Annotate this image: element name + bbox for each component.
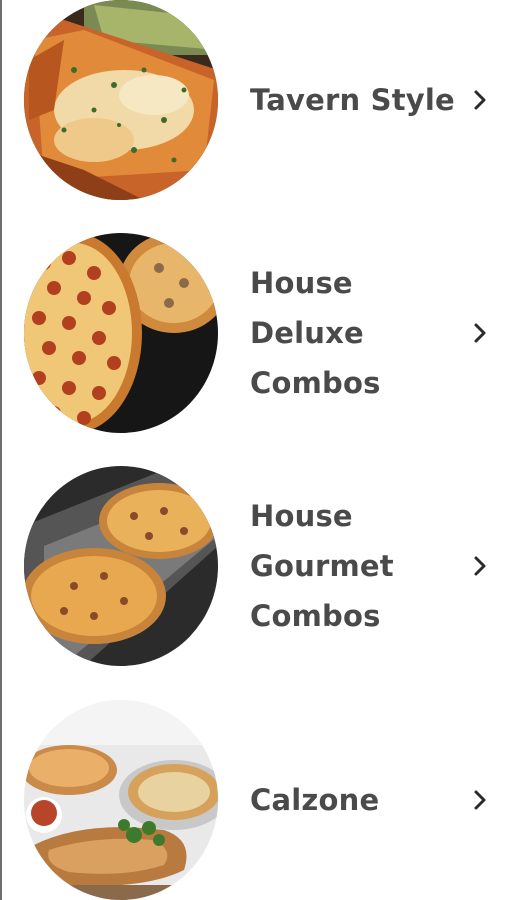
chevron-right-icon [470,88,490,112]
menu-item-house-deluxe-combos[interactable]: House Deluxe Combos [0,233,507,433]
chevron-right-icon [470,788,490,812]
pepperoni-pizza-image [24,233,218,433]
menu-item-label: House Deluxe Combos [250,266,381,400]
menu-item-house-gourmet-combos[interactable]: House Gourmet Combos [0,466,507,666]
menu-item-tavern-style[interactable]: Tavern Style [0,0,507,200]
menu-item-label: Calzone [250,783,380,817]
tavern-pizza-image [24,0,218,200]
calzone-image [24,700,218,900]
menu-item-calzone[interactable]: Calzone [0,700,507,900]
chevron-right-icon [470,554,490,578]
menu-item-label: House Gourmet Combos [250,499,394,633]
menu-category-list: Tavern Style House Deluxe Combos House G… [0,0,507,900]
chevron-right-icon [470,321,490,345]
menu-item-label: Tavern Style [250,83,455,117]
gourmet-pizzas-image [24,466,218,666]
